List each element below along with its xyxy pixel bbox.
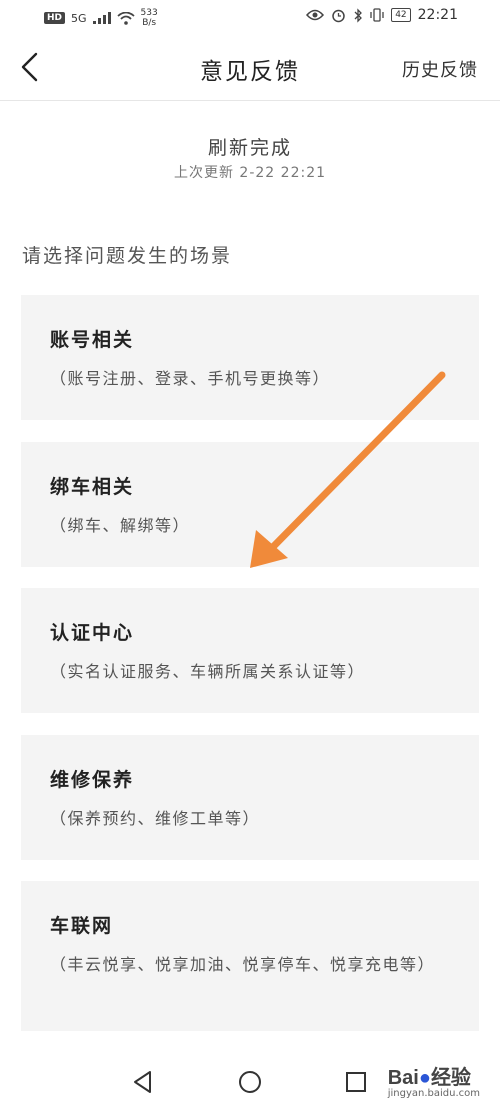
nav-back-icon[interactable] [128, 1067, 158, 1097]
alarm-icon [332, 9, 345, 22]
history-feedback-button[interactable]: 历史反馈 [402, 56, 478, 82]
paw-icon: ● [418, 1067, 431, 1089]
category-card-maintenance[interactable]: 维修保养 （保养预约、维修工单等） [21, 735, 479, 860]
eye-icon [306, 9, 325, 21]
signal-icon [92, 12, 111, 24]
network-speed: 533 B/s [141, 8, 158, 28]
watermark-brand-a: Bai [387, 1067, 419, 1089]
last-update-time: 上次更新 2-22 22:21 [173, 165, 327, 181]
speed-value: 533 [140, 8, 158, 18]
card-title: 账号相关 [50, 329, 135, 351]
nav-recents-icon[interactable] [341, 1067, 371, 1097]
baidu-jingyan-watermark: Bai●经验 jingyan.baidu.com [388, 1061, 480, 1099]
card-description: （账号注册、登录、手机号更换等） [50, 369, 331, 388]
category-card-certification[interactable]: 认证中心 （实名认证服务、车辆所属关系认证等） [21, 588, 479, 713]
watermark-logo: Bai●经验 [388, 1061, 480, 1090]
card-description: （保养预约、维修工单等） [50, 809, 261, 828]
category-card-car-binding[interactable]: 绑车相关 （绑车、解绑等） [21, 442, 479, 567]
vibrate-icon [370, 8, 384, 22]
bluetooth-icon [354, 7, 363, 23]
battery-icon: 42 [391, 8, 411, 22]
card-title: 维修保养 [50, 769, 135, 791]
card-title: 车联网 [50, 915, 114, 937]
page: HD 5G 533 B/s 42 22:21 意见反馈 历史反馈 刷新完成 上次… [0, 0, 500, 1111]
category-card-connected-car[interactable]: 车联网 （丰云悦享、悦享加油、悦享停车、悦享充电等） [21, 881, 479, 1031]
status-bar: HD 5G 533 B/s 42 22:21 [0, 0, 500, 34]
category-card-account[interactable]: 账号相关 （账号注册、登录、手机号更换等） [21, 295, 479, 420]
clock: 22:21 [417, 7, 458, 23]
hd-badge: HD [44, 12, 66, 24]
navbar: 意见反馈 历史反馈 [0, 34, 500, 101]
watermark-brand-b: 经验 [430, 1067, 471, 1089]
card-title: 认证中心 [50, 622, 135, 644]
section-label: 请选择问题发生的场景 [22, 245, 233, 267]
network-type: 5G [71, 11, 87, 25]
status-right: 42 22:21 [306, 7, 458, 23]
card-description: （绑车、解绑等） [50, 516, 191, 535]
wifi-icon [116, 11, 135, 25]
speed-unit: B/s [142, 18, 157, 28]
card-title: 绑车相关 [50, 476, 135, 498]
system-nav-bar: Bai●经验 jingyan.baidu.com [0, 1053, 500, 1111]
watermark-domain: jingyan.baidu.com [387, 1088, 480, 1099]
card-description: （丰云悦享、悦享加油、悦享停车、悦享充电等） [50, 955, 436, 974]
status-left: HD 5G 533 B/s [44, 8, 158, 28]
nav-home-icon[interactable] [235, 1067, 265, 1097]
card-description: （实名认证服务、车辆所属关系认证等） [50, 662, 366, 681]
refresh-status: 刷新完成 [207, 137, 292, 159]
